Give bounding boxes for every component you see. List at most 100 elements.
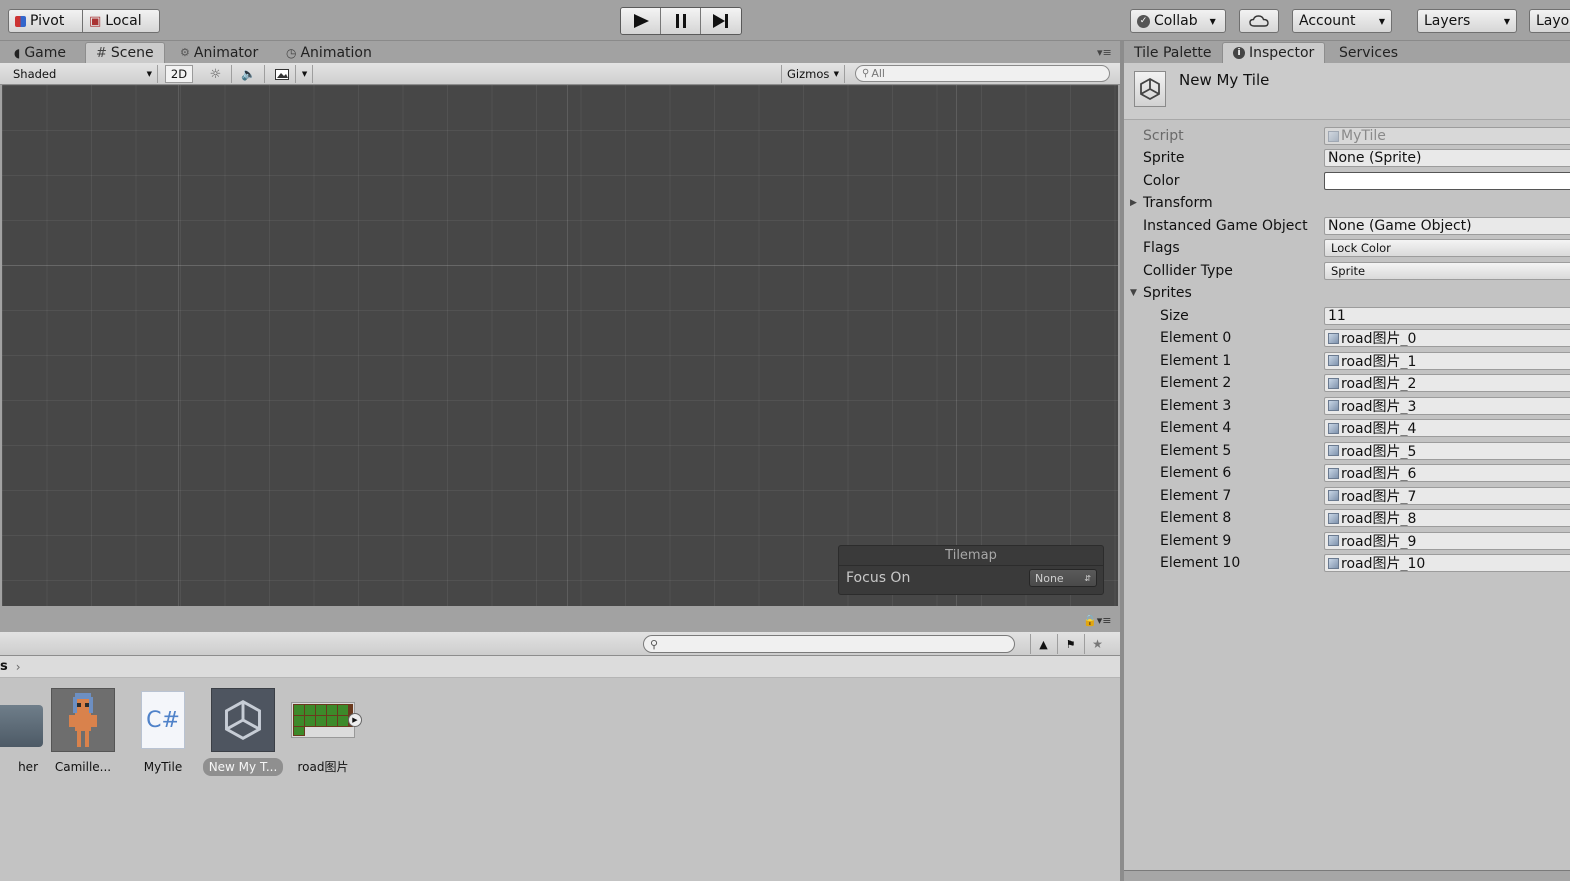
prop-label: Element 1 xyxy=(1160,352,1232,369)
tab-animator[interactable]: ⚙ Animator xyxy=(170,42,268,63)
project-search-input[interactable]: ⚲ xyxy=(643,635,1015,653)
gizmos-dropdown[interactable]: Gizmos ▼ xyxy=(781,65,845,83)
script-field[interactable]: MyTile xyxy=(1324,127,1570,145)
element-value: road图片_10 xyxy=(1341,556,1426,572)
sprite-icon xyxy=(1328,557,1339,569)
prop-label: Element 0 xyxy=(1160,330,1232,346)
tab-game[interactable]: ◖ Game xyxy=(4,42,76,63)
scene-search-input[interactable]: ⚲ All xyxy=(855,65,1110,82)
effects-toggle[interactable] xyxy=(268,65,296,83)
color-swatch[interactable] xyxy=(1324,172,1570,190)
sprite-icon xyxy=(1328,377,1339,389)
tab-tile-palette[interactable]: Tile Palette xyxy=(1124,42,1221,63)
scene-toolbar: Shaded ▼ 2D ☼ 🔈 ▼ Gizmos ▼ ⚲ All xyxy=(0,63,1120,85)
layers-button[interactable]: Layers ▼ xyxy=(1417,9,1517,33)
element-object-field[interactable]: road图片_6 xyxy=(1324,464,1570,482)
pause-button[interactable] xyxy=(661,8,701,34)
layers-label: Layers xyxy=(1424,13,1471,29)
chevron-down-icon[interactable]: ▼ xyxy=(1130,288,1137,298)
element-value: road图片_3 xyxy=(1341,398,1417,415)
collider-value: Sprite xyxy=(1331,264,1366,278)
prop-transform[interactable]: ▶ Transform xyxy=(1124,192,1570,214)
prop-element: Element 2 road图片_2 xyxy=(1124,372,1570,394)
chevron-right-icon[interactable]: ▶ xyxy=(1130,198,1137,208)
focus-dropdown[interactable]: None ⇵ xyxy=(1029,569,1097,587)
2d-toggle[interactable]: 2D xyxy=(165,65,193,83)
element-object-field[interactable]: road图片_4 xyxy=(1324,419,1570,437)
shading-dropdown[interactable]: Shaded ▼ xyxy=(8,65,158,83)
breadcrumb-item[interactable]: s xyxy=(0,659,8,674)
tab-label: Animation xyxy=(300,44,372,61)
account-button[interactable]: Account ▼ xyxy=(1292,9,1392,33)
focus-value: None xyxy=(1035,571,1064,585)
play-button[interactable] xyxy=(621,8,661,34)
effects-dropdown[interactable]: ▼ xyxy=(297,65,313,83)
inspector-tab-bar: Tile Palette i Inspector Services xyxy=(1124,41,1570,63)
layout-button[interactable]: Layo xyxy=(1529,9,1570,33)
element-value: road图片_1 xyxy=(1341,353,1417,370)
collab-button[interactable]: ✓ Collab ▼ xyxy=(1130,9,1226,33)
filter-label-button[interactable]: ⚑ xyxy=(1057,634,1083,654)
tab-scene[interactable]: # Scene xyxy=(85,42,165,63)
audio-toggle[interactable]: 🔈 xyxy=(233,65,265,83)
account-label: Account xyxy=(1299,13,1356,29)
character-sprite-icon xyxy=(51,688,115,752)
lock-icon[interactable]: 🔒▾≡ xyxy=(1083,614,1111,627)
tab-label: Scene xyxy=(110,45,154,61)
prop-label: Element 9 xyxy=(1160,532,1232,549)
project-assets-grid: her Camille... C# MyTile New My T... ▶ r… xyxy=(0,678,1120,881)
collider-dropdown[interactable]: Sprite xyxy=(1324,262,1570,280)
element-object-field[interactable]: road图片_7 xyxy=(1324,486,1570,505)
instanced-field[interactable]: None (Game Object) xyxy=(1324,217,1570,235)
tab-inspector[interactable]: i Inspector xyxy=(1222,42,1326,63)
scene-view[interactable] xyxy=(2,85,1118,606)
lighting-toggle[interactable]: ☼ xyxy=(200,65,232,83)
element-object-field[interactable]: road图片_5 xyxy=(1324,441,1570,460)
tab-label: Tile Palette xyxy=(1134,44,1212,61)
cloud-button[interactable] xyxy=(1239,9,1279,33)
sun-icon: ☼ xyxy=(209,66,222,82)
chevron-down-icon: ▼ xyxy=(1378,16,1385,26)
project-tab-bar: 🔒▾≡ xyxy=(0,608,1120,632)
prop-script: Script MyTile xyxy=(1124,125,1570,147)
element-object-field[interactable]: road图片_3 xyxy=(1324,396,1570,415)
element-object-field[interactable]: road图片_0 xyxy=(1324,329,1570,347)
pivot-button[interactable]: Pivot xyxy=(8,9,83,33)
prop-label: Script xyxy=(1143,128,1184,144)
prop-sprites[interactable]: ▼ Sprites xyxy=(1124,282,1570,304)
chevron-down-icon: ▼ xyxy=(146,70,152,78)
grid-line xyxy=(567,85,568,606)
element-object-field[interactable]: road图片_1 xyxy=(1324,351,1570,370)
flags-dropdown[interactable]: Lock Color xyxy=(1324,239,1570,257)
tab-services[interactable]: Services xyxy=(1329,42,1408,63)
csharp-script-icon: C# xyxy=(131,688,195,752)
prop-label: Transform xyxy=(1143,195,1213,211)
asset-item[interactable]: C# MyTile xyxy=(120,688,206,776)
info-icon: i xyxy=(1233,47,1245,59)
step-button[interactable] xyxy=(701,8,741,34)
element-object-field[interactable]: road图片_9 xyxy=(1324,531,1570,550)
asset-item[interactable]: ▶ road图片 xyxy=(280,688,366,776)
focus-row: Focus On None ⇵ xyxy=(839,566,1103,587)
element-object-field[interactable]: road图片_10 xyxy=(1324,554,1570,572)
element-value: road图片_2 xyxy=(1341,376,1417,392)
element-object-field[interactable]: road图片_2 xyxy=(1324,374,1570,392)
tab-animation[interactable]: ◷ Animation xyxy=(276,42,382,63)
collab-label: Collab xyxy=(1154,13,1198,29)
panel-menu-icon[interactable]: ▾≡ xyxy=(1097,46,1112,59)
prop-label: Sprites xyxy=(1143,285,1192,301)
animator-icon: ⚙ xyxy=(180,46,190,59)
sprite-field[interactable]: None (Sprite) xyxy=(1324,149,1570,167)
asset-item[interactable]: Camille... xyxy=(40,688,126,776)
local-button[interactable]: ▣ Local xyxy=(82,9,160,33)
search-icon: ⚲ xyxy=(650,637,659,651)
expand-arrow-icon[interactable]: ▶ xyxy=(348,713,362,727)
favorite-button[interactable]: ★ xyxy=(1084,634,1110,654)
element-object-field[interactable]: road图片_8 xyxy=(1324,509,1570,527)
size-input[interactable]: 11 xyxy=(1324,307,1570,325)
filter-type-button[interactable]: ▲ xyxy=(1030,634,1056,654)
asset-item-selected[interactable]: New My T... xyxy=(200,688,286,779)
unity-logo-icon xyxy=(1134,71,1166,107)
instanced-value: None (Game Object) xyxy=(1328,218,1472,234)
prop-element: Element 10 road图片_10 xyxy=(1124,552,1570,574)
